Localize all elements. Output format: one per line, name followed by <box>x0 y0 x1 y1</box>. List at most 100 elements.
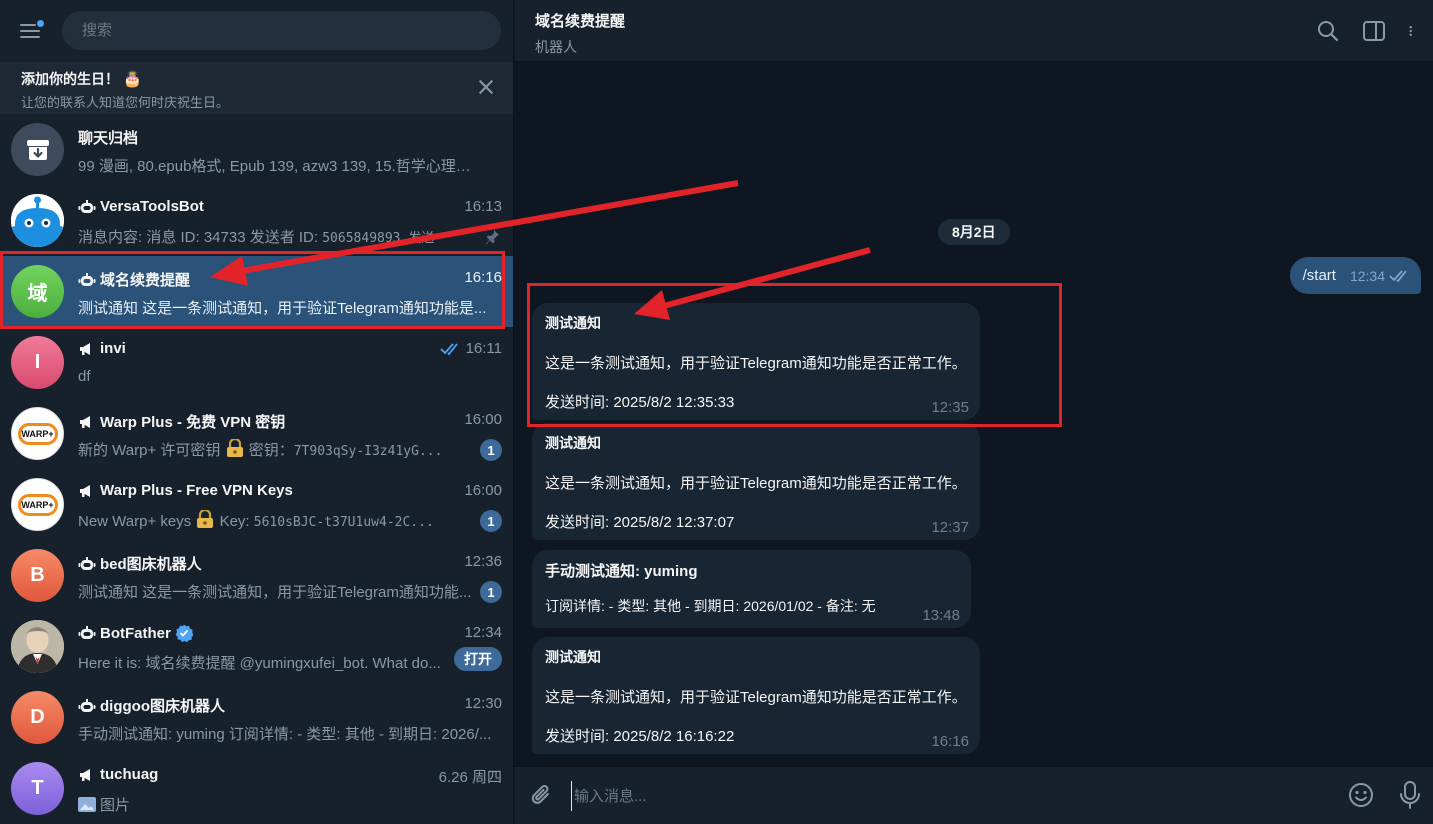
message-body: 订阅详情: - 类型: 其他 - 到期日: 2026/01/02 - 备注: 无 <box>545 598 876 614</box>
double-check-icon <box>1389 269 1407 282</box>
chat-item-versatoolsbot[interactable]: VersaToolsBot 16:13 消息内容: 消息 ID: 34733 发… <box>0 185 513 256</box>
more-vertical-icon[interactable] <box>1407 18 1421 44</box>
chat-time: 6.26 周四 <box>438 769 502 786</box>
open-button[interactable]: 打开 <box>454 647 502 671</box>
incoming-message[interactable]: 测试通知 这是一条测试通知，用于验证Telegram通知功能是否正常工作。 发送… <box>532 637 980 754</box>
double-check-icon <box>439 342 458 355</box>
preview-code: 5610sBJC-t37U1uw4-2C... <box>253 515 434 530</box>
header-actions <box>1315 18 1421 44</box>
bot-icon <box>78 199 96 213</box>
message-title: 测试通知 <box>545 435 601 451</box>
cake-icon: 🎂 <box>123 71 142 88</box>
chat-name: 域名续费提醒 <box>78 269 190 290</box>
preview-code: 5065849893 发送 <box>322 231 435 246</box>
message-time: 13:48 <box>922 607 960 624</box>
chat-name-text: bed图床机器人 <box>100 556 202 573</box>
outgoing-message[interactable]: /start 12:34 <box>1289 257 1421 294</box>
message-body: 这是一条测试通知，用于验证Telegram通知功能是否正常工作。 <box>545 475 967 492</box>
chat-name: VersaToolsBot <box>78 198 204 215</box>
avatar: 域 <box>11 265 64 318</box>
chat-item-diggoo-bot[interactable]: D diggoo图床机器人 12:30 手动测试通知: yuming 订阅详情:… <box>0 682 513 753</box>
chat-preview: df <box>78 368 91 385</box>
message-time: 12:35 <box>931 399 969 416</box>
avatar-letter: B <box>30 564 45 586</box>
chat-preview: New Warp+ keys Key: 5610sBJC-t37U1uw4-2C… <box>78 510 474 530</box>
emoji-icon[interactable] <box>1347 781 1375 809</box>
chat-item-warp-plus-en[interactable]: WARP+ Warp Plus - Free VPN Keys 16:00 Ne… <box>0 469 513 540</box>
chat-item-botfather[interactable]: BotFather 12:34 Here it is: 域名续费提醒 @yumi… <box>0 611 513 682</box>
chat-name-text: Warp Plus - 免费 VPN 密钥 <box>100 414 286 431</box>
chat-name-text: invi <box>100 340 126 357</box>
chat-name-text: VersaToolsBot <box>100 198 204 215</box>
chat-name: invi <box>78 340 126 357</box>
chat-name: bed图床机器人 <box>78 553 202 574</box>
message-meta: 12:34 <box>1350 268 1411 284</box>
chat-item-warp-plus-cn[interactable]: WARP+ Warp Plus - 免费 VPN 密钥 16:00 新的 War… <box>0 398 513 469</box>
preview-text-2: Key: <box>215 513 254 530</box>
message-body: 这是一条测试通知，用于验证Telegram通知功能是否正常工作。 <box>545 689 967 706</box>
warp-logo: WARP+ <box>17 493 58 516</box>
chat-preview: 测试通知 这是一条测试通知，用于验证Telegram通知功能是... <box>78 300 487 317</box>
message-input[interactable] <box>571 781 1331 811</box>
chat-name-text: diggoo图床机器人 <box>100 698 225 715</box>
birthday-banner[interactable]: 添加你的生日！ 🎂 让您的联系人知道您何时庆祝生日。 <box>0 62 513 114</box>
avatar-letter: T <box>31 777 44 799</box>
chat-name: Warp Plus - Free VPN Keys <box>78 482 293 499</box>
avatar-letter: 域 <box>27 283 48 305</box>
megaphone-icon <box>80 768 90 781</box>
avatar: B <box>11 549 64 602</box>
chat-name-text: Warp Plus - Free VPN Keys <box>100 482 293 499</box>
chat-name: diggoo图床机器人 <box>78 695 225 716</box>
chat-name-text: BotFather <box>100 624 171 642</box>
chat-time: 16:16 <box>464 269 502 286</box>
chat-list: 聊天归档 99 漫画, 80.epub格式, Epub 139, azw3 13… <box>0 114 513 824</box>
photo-thumbnail-icon <box>78 797 96 812</box>
avatar <box>11 194 64 247</box>
chat-time: 16:13 <box>464 198 502 215</box>
bot-icon <box>78 698 96 712</box>
lock-key-icon <box>197 510 214 528</box>
preview-text: 消息内容: 消息 ID: 34733 发送者 ID: <box>78 229 323 246</box>
sidebar: 添加你的生日！🎂 让您的联系人知道您何时庆祝生日。 聊天归档 99 漫画, 80… <box>0 0 514 824</box>
message-time: 12:37 <box>931 519 969 536</box>
chat-time-text: 16:11 <box>465 340 502 357</box>
preview-text: New Warp+ keys <box>78 513 196 530</box>
incoming-message[interactable]: 测试通知 这是一条测试通知，用于验证Telegram通知功能是否正常工作。 发送… <box>532 303 980 420</box>
avatar: D <box>11 691 64 744</box>
close-icon[interactable] <box>476 77 496 97</box>
microphone-icon[interactable] <box>1397 780 1423 810</box>
message-sent-time: 发送时间: 2025/8/2 12:37:07 <box>545 514 735 531</box>
chat-time: 16:00 <box>464 411 502 428</box>
chat-preview: 99 漫画, 80.epub格式, Epub 139, azw3 139, 15… <box>78 158 476 175</box>
chat-name-text: 聊天归档 <box>78 130 139 147</box>
chat-item-bed-bot[interactable]: B bed图床机器人 12:36 测试通知 这是一条测试通知，用于验证Teleg… <box>0 540 513 611</box>
botfather-avatar-icon <box>11 620 64 673</box>
chat-item-archive[interactable]: 聊天归档 99 漫画, 80.epub格式, Epub 139, azw3 13… <box>0 114 513 185</box>
chat-preview: 消息内容: 消息 ID: 34733 发送者 ID: 5065849893 发送 <box>78 226 478 247</box>
chat-preview: Here it is: 域名续费提醒 @yumingxufei_bot. Wha… <box>78 655 441 672</box>
avatar: I <box>11 336 64 389</box>
hamburger-menu-icon[interactable] <box>18 18 44 44</box>
megaphone-icon <box>80 415 90 428</box>
message-title: 测试通知 <box>545 649 601 665</box>
chat-item-invi[interactable]: I invi 16:11 df <box>0 327 513 398</box>
paperclip-icon[interactable] <box>529 782 555 808</box>
sidebar-toggle-icon[interactable] <box>1361 18 1387 44</box>
chat-header[interactable]: 域名续费提醒 机器人 <box>515 0 1433 62</box>
chat-preview: 手动测试通知: yuming 订阅详情: - 类型: 其他 - 到期日: 202… <box>78 726 492 743</box>
chat-panel: 域名续费提醒 机器人 8月2日 /start 12:34 测试通知 这是一条测试… <box>515 0 1433 824</box>
chat-name: 聊天归档 <box>78 127 138 148</box>
chat-item-tuchuag[interactable]: T tuchuag 6.26 周四 图片 <box>0 753 513 824</box>
chat-item-domain-renewal[interactable]: 域 域名续费提醒 16:16 测试通知 这是一条测试通知，用于验证Telegra… <box>0 256 513 327</box>
preview-text: 图片 <box>100 797 131 814</box>
archive-icon <box>26 139 49 160</box>
unread-badge: 1 <box>480 581 502 603</box>
message-text: /start <box>1302 267 1336 284</box>
search-input[interactable] <box>62 11 501 50</box>
search-icon[interactable] <box>1315 18 1341 44</box>
message-composer <box>515 766 1433 824</box>
incoming-message[interactable]: 测试通知 这是一条测试通知，用于验证Telegram通知功能是否正常工作。 发送… <box>532 423 980 540</box>
chat-subtitle: 机器人 <box>535 39 577 55</box>
chat-preview: 新的 Warp+ 许可密钥 密钥：7T903qSy-I3z41yG... <box>78 439 474 460</box>
incoming-message[interactable]: 手动测试通知: yuming 订阅详情: - 类型: 其他 - 到期日: 202… <box>532 550 971 628</box>
